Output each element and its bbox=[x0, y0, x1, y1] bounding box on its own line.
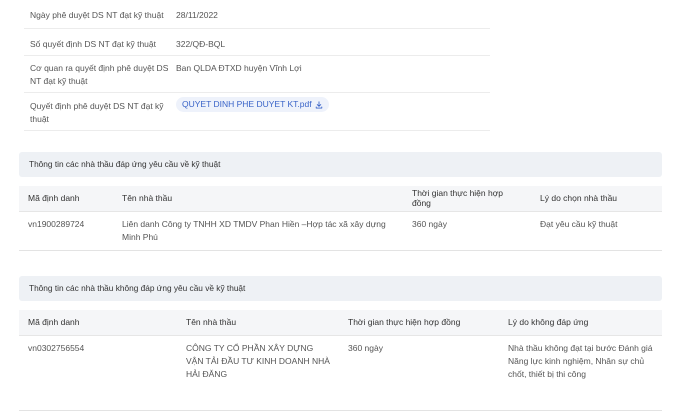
info-value: Ban QLDA ĐTXD huyện Vĩnh Lợi bbox=[176, 63, 302, 73]
decision-info: Ngày phê duyệt DS NT đạt kỹ thuật 28/11/… bbox=[24, 0, 490, 131]
cell-id: vn0302756554 bbox=[19, 335, 177, 411]
info-row-issuing-agency: Cơ quan ra quyết định phê duyệt DS NT đạ… bbox=[24, 56, 490, 93]
info-label: Ngày phê duyệt DS NT đạt kỹ thuật bbox=[30, 10, 164, 20]
info-label: Cơ quan ra quyết định phê duyệt DS NT đạ… bbox=[30, 63, 169, 86]
table-row: vn1900289724 Liên danh Công ty TNHH XD T… bbox=[19, 211, 662, 251]
passed-section-title: Thông tin các nhà thầu đáp ứng yêu cầu v… bbox=[19, 152, 662, 177]
info-label: Số quyết định DS NT đạt kỹ thuật bbox=[30, 39, 156, 49]
download-icon bbox=[315, 100, 322, 108]
info-value: 28/11/2022 bbox=[176, 10, 218, 20]
cell-reason: Đạt yêu cầu kỹ thuật bbox=[531, 211, 662, 251]
column-header-duration: Thời gian thực hiện hợp đồng bbox=[339, 310, 499, 336]
cell-reason: Nhà thầu không đạt tại bước Đánh giá Năn… bbox=[499, 335, 662, 411]
cell-duration: 360 ngày bbox=[339, 335, 499, 411]
info-label: Quyết định phê duyệt DS NT đạt kỹ thuật bbox=[30, 101, 164, 124]
cell-id: vn1900289724 bbox=[19, 211, 113, 251]
info-row-decision-file: Quyết định phê duyệt DS NT đạt kỹ thuật … bbox=[24, 93, 490, 131]
table-header-row: Mã định danh Tên nhà thầu Thời gian thực… bbox=[19, 186, 662, 212]
table-row: vn0302756554 CÔNG TY CỔ PHẦN XÂY DỰNG VẬ… bbox=[19, 335, 662, 411]
info-row-approval-date: Ngày phê duyệt DS NT đạt kỹ thuật 28/11/… bbox=[24, 0, 490, 29]
file-name: QUYET DINH PHE DUYET KT.pdf bbox=[182, 99, 312, 109]
info-value: QUYET DINH PHE DUYET KT.pdf bbox=[176, 97, 484, 130]
passed-contractors-table: Mã định danh Tên nhà thầu Thời gian thực… bbox=[19, 186, 662, 251]
column-header-id: Mã định danh bbox=[19, 310, 177, 336]
cell-name: CÔNG TY CỔ PHẦN XÂY DỰNG VẬN TẢI ĐẦU TƯ … bbox=[177, 335, 339, 411]
decision-file-link[interactable]: QUYET DINH PHE DUYET KT.pdf bbox=[176, 97, 329, 112]
cell-name: Liên danh Công ty TNHH XD TMDV Phan Hiền… bbox=[113, 211, 403, 251]
table-header-row: Mã định danh Tên nhà thầu Thời gian thực… bbox=[19, 310, 662, 336]
column-header-name: Tên nhà thầu bbox=[177, 310, 339, 336]
cell-duration: 360 ngày bbox=[403, 211, 531, 251]
column-header-name: Tên nhà thầu bbox=[113, 186, 403, 212]
failed-section-title: Thông tin các nhà thầu không đáp ứng yêu… bbox=[19, 276, 662, 301]
column-header-id: Mã định danh bbox=[19, 186, 113, 212]
column-header-duration: Thời gian thực hiện hợp đồng bbox=[403, 186, 531, 212]
info-value: 322/QĐ-BQL bbox=[176, 39, 226, 49]
info-row-decision-number: Số quyết định DS NT đạt kỹ thuật 322/QĐ-… bbox=[24, 29, 490, 56]
column-header-reason: Lý do chọn nhà thầu bbox=[531, 186, 662, 212]
column-header-reason: Lý do không đáp ứng bbox=[499, 310, 662, 336]
failed-contractors-table: Mã định danh Tên nhà thầu Thời gian thực… bbox=[19, 310, 662, 411]
